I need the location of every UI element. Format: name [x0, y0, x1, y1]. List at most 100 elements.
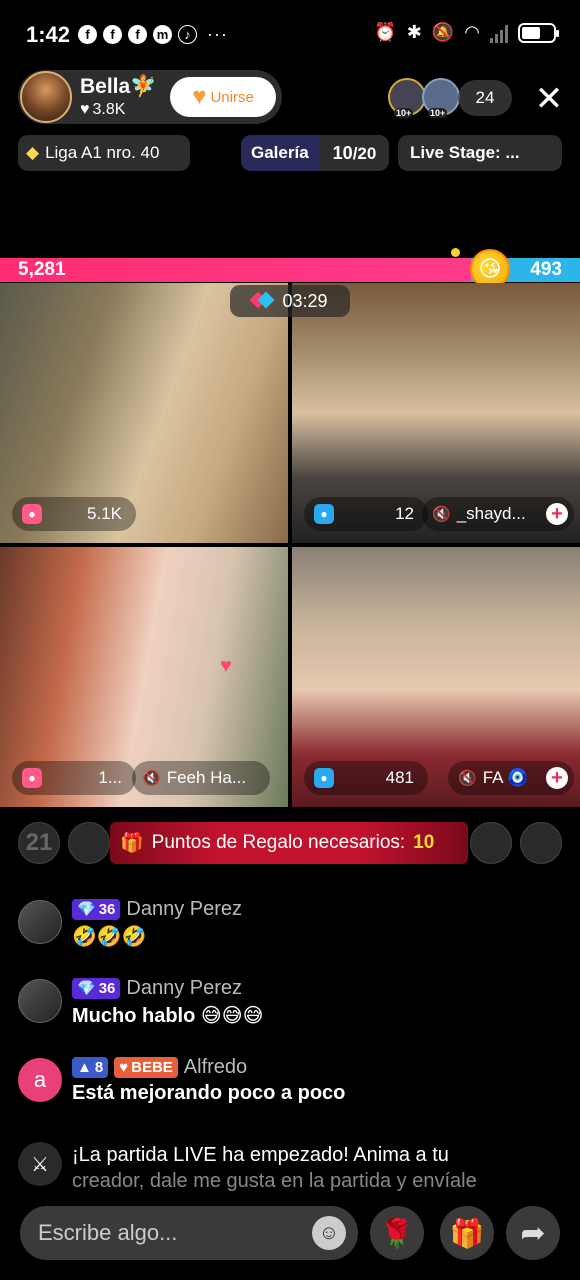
gem-icon: 💎 — [77, 901, 96, 918]
rank-slot[interactable] — [520, 822, 562, 864]
gallery-count: 10/20 — [319, 143, 377, 164]
system-message: ⚔ ¡La partida LIVE ha empezado! Anima a … — [18, 1142, 566, 1194]
guest-name-pill[interactable]: 🔇 _shayd... + — [422, 497, 574, 531]
tile-score-value: 481 — [385, 768, 414, 787]
chat-text: Está mejorando poco a poco — [72, 1082, 346, 1104]
guest-video-3[interactable]: ● 1... 🔇 Feeh Ha... — [0, 547, 288, 807]
battle-system-icon: ⚔ — [18, 1142, 62, 1186]
heart-plus-icon: ♥ — [192, 83, 207, 110]
level-number: 36 — [98, 900, 116, 918]
close-button[interactable]: ✕ — [530, 80, 568, 118]
chat-header: ▲ 8 ♥ BEBE Alfredo — [72, 1056, 247, 1078]
comment-input[interactable] — [20, 1206, 358, 1260]
level-badge: 💎 36 — [72, 977, 121, 999]
rank-slot[interactable] — [68, 822, 110, 864]
facebook-icon: f — [103, 25, 122, 44]
heart-icon: ♥ — [119, 1058, 129, 1076]
host-info[interactable]: Bella🧚 ♥ 3.8K ♥ Unirse — [18, 70, 282, 124]
guest-video-4[interactable]: ● 481 🔇 FA 🧿 + — [292, 547, 580, 807]
tile-score: ● 1... — [12, 761, 136, 795]
live-stage-chip[interactable]: Live Stage: ... — [398, 135, 562, 171]
viewer-avatar[interactable]: 10+ — [388, 78, 426, 118]
chat-message[interactable]: 💎 36 Danny Perez 🤣🤣🤣 — [18, 898, 566, 952]
status-time: 1:42 — [26, 22, 71, 47]
left-team-bar — [0, 258, 471, 282]
gift-points-number: 10 — [413, 832, 435, 853]
rose-gift-button[interactable]: 🌹 — [370, 1206, 424, 1260]
follow-plus-icon[interactable]: + — [546, 503, 568, 525]
guest-name: _shayd... — [456, 504, 526, 523]
gift-points-text: Puntos de Regalo necesarios: — [151, 832, 406, 853]
guest-name: FA 🧿 — [482, 768, 529, 787]
gallery-total: /20 — [352, 143, 377, 163]
right-team-score: 493 — [530, 259, 562, 280]
chat-header: 💎 36 Danny Perez — [72, 977, 242, 999]
rank-slot[interactable] — [470, 822, 512, 864]
chat-username[interactable]: Danny Perez — [126, 898, 242, 921]
viewer-avatar[interactable]: 10+ — [422, 78, 460, 118]
emoji-icon[interactable]: ☺ — [312, 1216, 346, 1250]
chat-username[interactable]: Danny Perez — [126, 977, 242, 1000]
follow-plus-icon[interactable]: + — [546, 767, 568, 789]
chat-message[interactable]: 💎 36 Danny Perez Mucho hablo 😅😅😅 — [18, 977, 566, 1031]
guest-video-2[interactable]: ● 12 🔇 _shayd... + — [292, 283, 580, 543]
wifi-icon: ◠ — [464, 22, 480, 42]
gallery-chip[interactable]: Galería 10/20 — [241, 135, 389, 171]
gallery-label: Galería — [241, 135, 319, 171]
chat-text: 🤣🤣🤣 — [72, 926, 147, 948]
top-viewers[interactable]: 10+ 10+ — [388, 78, 460, 118]
tile-score: ● 5.1K — [12, 497, 136, 531]
bottom-bar: ☺ 🌹 🎁 ➦ — [0, 1200, 580, 1266]
battle-timer: 03:29 — [230, 285, 350, 317]
system-message-line: ¡La partida LIVE ha empezado! Anima a tu — [72, 1144, 449, 1166]
muted-speaker-icon: 🔇 — [432, 506, 451, 523]
guest-name-pill[interactable]: 🔇 FA 🧿 + — [448, 761, 574, 795]
tile-score-value: 1... — [98, 768, 122, 787]
gift-icon: 🎁 — [120, 833, 144, 854]
chat-header: 💎 36 Danny Perez — [72, 898, 242, 920]
host-name: Bella🧚 — [80, 75, 157, 98]
score-icon: ● — [22, 504, 42, 524]
tile-score: ● 481 — [304, 761, 428, 795]
gift-button[interactable]: 🎁 — [440, 1206, 494, 1260]
system-icons: ⏰ ✱ 🔕 ◠ — [374, 22, 559, 43]
heart-icon: ♥ — [220, 655, 232, 677]
user-avatar[interactable] — [18, 979, 62, 1023]
league-chip[interactable]: ◆ Liga A1 nro. 40 — [18, 135, 190, 171]
share-arrow-icon: ➦ — [520, 1216, 546, 1250]
rank-slot[interactable]: 21 — [18, 822, 60, 864]
rose-icon: 🌹 — [379, 1217, 415, 1249]
bluetooth-icon: ✱ — [406, 22, 422, 42]
tile-score-value: 5.1K — [87, 504, 122, 523]
join-label: Unirse — [210, 88, 254, 106]
join-button[interactable]: ♥ Unirse — [170, 77, 276, 117]
guest-name-pill[interactable]: 🔇 Feeh Ha... — [132, 761, 270, 795]
triangle-icon: ▲ — [77, 1058, 92, 1076]
user-avatar[interactable] — [18, 900, 62, 944]
chat-message[interactable]: a ▲ 8 ♥ BEBE Alfredo Está mejorando poco a… — [18, 1056, 566, 1110]
level-badge: ▲ 8 — [72, 1056, 109, 1078]
chat-username[interactable]: Alfredo — [184, 1056, 247, 1079]
host-avatar[interactable] — [20, 71, 72, 123]
battery-icon — [518, 22, 559, 43]
facebook-icon: f — [128, 25, 147, 44]
gift-points-banner[interactable]: 🎁 Puntos de Regalo necesarios: 10 — [110, 822, 468, 864]
left-team-score: 5,281 — [18, 259, 66, 280]
guest-name: Feeh Ha... — [166, 768, 247, 787]
muted-speaker-icon: 🔇 — [142, 770, 161, 787]
viewer-count[interactable]: 24 — [458, 80, 512, 116]
tiktok-icon: ♪ — [178, 25, 197, 44]
share-button[interactable]: ➦ — [506, 1206, 560, 1260]
tile-score: ● 12 — [304, 497, 428, 531]
guest-video-1[interactable]: ● 5.1K — [0, 283, 288, 543]
user-avatar[interactable]: a — [18, 1058, 62, 1102]
spark-icon — [451, 248, 460, 257]
diamond-icon: ◆ — [26, 143, 40, 162]
level-badge: 💎 36 — [72, 898, 121, 920]
alarm-icon: ⏰ — [374, 22, 397, 42]
host-likes-count: 3.8K — [92, 101, 126, 118]
mute-bell-icon: 🔕 — [431, 22, 455, 42]
notification-icons: f f f m ♪ ··· — [78, 24, 228, 45]
viewer-badge: 10+ — [428, 108, 448, 118]
viewer-badge: 10+ — [394, 108, 414, 118]
